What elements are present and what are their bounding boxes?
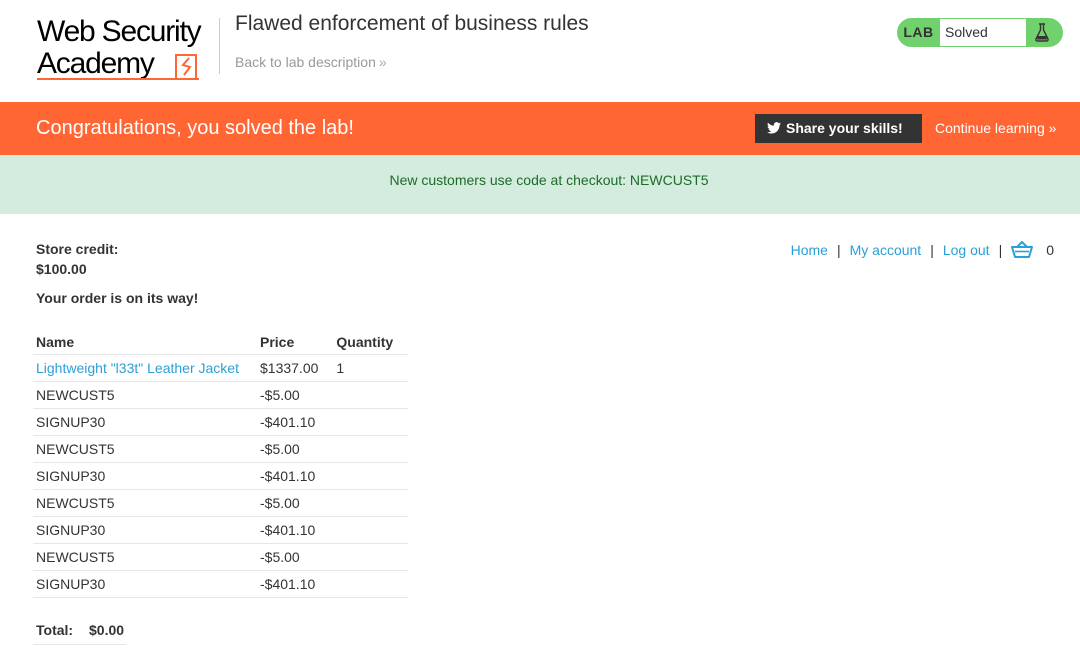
column-header-price: Price xyxy=(257,327,334,355)
table-row: NEWCUST5 -$5.00 xyxy=(33,381,409,409)
table-row: NEWCUST5 -$5.00 xyxy=(33,435,409,463)
logo-line1: Web Security xyxy=(37,15,202,48)
item-quantity-cell xyxy=(333,408,409,436)
share-button-label: Share your skills! xyxy=(786,120,903,136)
continue-learning-link[interactable]: Continue learning » xyxy=(935,120,1056,136)
column-header-name: Name xyxy=(33,327,257,355)
item-name-cell: SIGNUP30 xyxy=(33,462,257,490)
cart-icon xyxy=(1011,241,1034,258)
congratulations-message: Congratulations, you solved the lab! xyxy=(36,117,354,139)
coupon-code: NEWCUST5 xyxy=(36,386,115,403)
store-credit-value: $100.00 xyxy=(36,261,87,277)
table-row: SIGNUP30 -$401.10 xyxy=(33,570,409,598)
back-to-lab-description-link[interactable]: Back to lab description» xyxy=(235,54,387,70)
logo-underline xyxy=(37,78,199,80)
item-price-cell: -$5.00 xyxy=(257,381,334,409)
column-header-quantity: Quantity xyxy=(333,327,409,355)
flask-icon xyxy=(1035,23,1049,42)
order-confirmation-message: Your order is on its way! xyxy=(36,290,199,306)
product-link[interactable]: Lightweight "l33t" Leather Jacket xyxy=(36,360,239,376)
nav-separator: | xyxy=(836,242,841,258)
table-row: SIGNUP30 -$401.10 xyxy=(33,462,409,490)
item-name-cell: SIGNUP30 xyxy=(33,516,257,544)
home-link[interactable]: Home xyxy=(791,242,828,258)
item-name-cell: NEWCUST5 xyxy=(33,489,257,517)
my-account-link[interactable]: My account xyxy=(850,242,922,258)
table-row: NEWCUST5 -$5.00 xyxy=(33,489,409,517)
web-security-academy-logo[interactable]: Web Security Academy xyxy=(37,14,217,82)
logo-line2: Academy xyxy=(37,47,155,80)
log-out-link[interactable]: Log out xyxy=(943,242,990,258)
item-price-cell: -$401.10 xyxy=(257,570,334,598)
order-table: Name Price Quantity Lightweight "l33t" L… xyxy=(33,327,409,598)
table-row: Lightweight "l33t" Leather Jacket $1337.0… xyxy=(33,354,409,382)
continue-learning-label: Continue learning xyxy=(935,120,1045,136)
table-row: SIGNUP30 -$401.10 xyxy=(33,408,409,436)
lab-title: Flawed enforcement of business rules xyxy=(235,12,589,35)
item-quantity-cell xyxy=(333,381,409,409)
item-price-cell: -$5.00 xyxy=(257,489,334,517)
item-name-cell: NEWCUST5 xyxy=(33,543,257,571)
table-row: SIGNUP30 -$401.10 xyxy=(33,516,409,544)
order-total: Total: $0.00 xyxy=(33,614,126,645)
nav-separator: | xyxy=(998,242,1003,258)
top-nav: Home | My account | Log out | 0 xyxy=(791,241,1054,259)
twitter-icon xyxy=(767,122,781,134)
order-table-header-row: Name Price Quantity xyxy=(33,327,409,355)
item-name-cell: SIGNUP30 xyxy=(33,408,257,436)
item-name-cell: SIGNUP30 xyxy=(33,570,257,598)
item-price-cell: -$401.10 xyxy=(257,408,334,436)
nav-separator: | xyxy=(930,242,934,258)
item-quantity-cell: 1 xyxy=(333,354,409,382)
table-row: NEWCUST5 -$5.00 xyxy=(33,543,409,571)
total-label: Total: xyxy=(36,622,74,638)
coupon-code: NEWCUST5 xyxy=(36,440,115,457)
item-quantity-cell xyxy=(333,516,409,544)
header: Web Security Academy Flawed enforcement … xyxy=(0,0,1080,102)
item-price-cell: $1337.00 xyxy=(257,354,334,382)
coupon-code: NEWCUST5 xyxy=(36,548,115,565)
lab-status-widget: LAB Solved xyxy=(897,18,1063,47)
item-quantity-cell xyxy=(333,489,409,517)
academy-bolt-icon xyxy=(175,54,197,78)
cart-count: 0 xyxy=(1046,242,1054,258)
promo-notice: New customers use code at checkout: NEWC… xyxy=(0,155,1080,214)
item-name-cell: NEWCUST5 xyxy=(33,381,257,409)
lab-tag: LAB xyxy=(903,24,934,40)
lab-state: Solved xyxy=(940,19,1026,46)
item-quantity-cell xyxy=(333,435,409,463)
chevron-double-right-icon: » xyxy=(1048,120,1057,136)
item-quantity-cell xyxy=(333,543,409,571)
cart-link[interactable]: 0 xyxy=(1011,241,1054,259)
share-your-skills-button[interactable]: Share your skills! xyxy=(755,114,922,143)
item-name-cell: NEWCUST5 xyxy=(33,435,257,463)
coupon-code: NEWCUST5 xyxy=(36,494,115,511)
item-quantity-cell xyxy=(333,570,409,598)
back-link-label: Back to lab description xyxy=(235,54,376,70)
promo-notice-text: New customers use code at checkout: NEWC… xyxy=(389,172,709,188)
total-value: $0.00 xyxy=(89,622,125,638)
header-divider xyxy=(219,18,220,74)
coupon-code: SIGNUP30 xyxy=(36,413,106,430)
item-price-cell: -$401.10 xyxy=(257,516,334,544)
item-quantity-cell xyxy=(333,462,409,490)
coupon-code: SIGNUP30 xyxy=(36,575,106,592)
item-price-cell: -$5.00 xyxy=(257,435,334,463)
solved-banner: Congratulations, you solved the lab! Sha… xyxy=(0,102,1080,155)
coupon-code: SIGNUP30 xyxy=(36,467,106,484)
item-price-cell: -$5.00 xyxy=(257,543,334,571)
store-credit-label: Store credit: xyxy=(36,241,119,257)
chevron-double-right-icon: » xyxy=(378,54,387,70)
item-name-cell: Lightweight "l33t" Leather Jacket xyxy=(33,354,257,382)
item-price-cell: -$401.10 xyxy=(257,462,334,490)
coupon-code: SIGNUP30 xyxy=(36,521,106,538)
